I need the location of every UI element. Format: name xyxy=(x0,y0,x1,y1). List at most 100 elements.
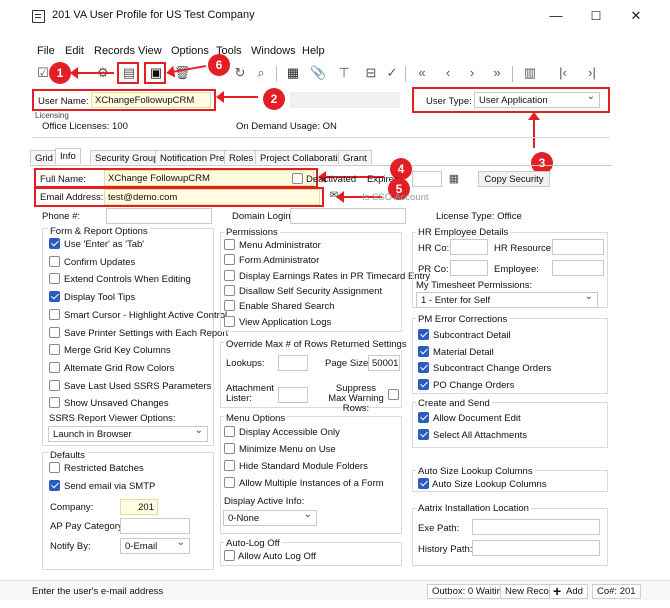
notify-select[interactable]: 0-Email xyxy=(120,537,190,554)
pm-items-checkbox-1[interactable] xyxy=(418,345,429,357)
tab-grid[interactable]: Grid xyxy=(30,150,58,164)
permissions-items-checkbox-3[interactable] xyxy=(224,284,235,296)
full-name-label: Full Name: xyxy=(40,174,86,185)
company-input[interactable]: 201 xyxy=(120,499,158,515)
page-size-input[interactable]: 50001 xyxy=(368,355,400,371)
create_send-items-checkbox-0[interactable] xyxy=(418,412,429,423)
ssrs-select[interactable]: Launch in Browser xyxy=(48,425,208,442)
hr-resource-input[interactable] xyxy=(552,239,604,255)
grid-icon[interactable]: ▦ xyxy=(285,65,301,81)
form_report-items-checkbox-7[interactable] xyxy=(49,361,60,373)
menu_options-items-checkbox-0[interactable] xyxy=(224,426,235,437)
user-description-input[interactable] xyxy=(290,92,400,108)
menu-options-title: Menu Options xyxy=(224,413,288,424)
form_report-items-checkbox-9[interactable] xyxy=(49,397,60,409)
pm-items-checkbox-0[interactable] xyxy=(418,329,429,340)
menu-records[interactable]: Records xyxy=(94,45,135,57)
filter-icon[interactable]: ⊤ xyxy=(336,65,352,81)
calendar-icon[interactable]: ▦ xyxy=(446,171,462,187)
attachment-icon[interactable]: 📎 xyxy=(310,65,326,81)
next-record-icon[interactable]: › xyxy=(464,65,480,81)
expand-icon[interactable]: ›| xyxy=(584,65,600,81)
form_report-items-checkbox-6[interactable] xyxy=(49,344,60,356)
menu-edit[interactable]: Edit xyxy=(65,45,84,57)
menu-help[interactable]: Help xyxy=(302,45,325,57)
send-email-checkbox[interactable] xyxy=(49,480,60,491)
close-button[interactable]: ✕ xyxy=(626,6,646,26)
pm-items-label-3: PO Change Orders xyxy=(433,379,515,391)
form_report-items-checkbox-3[interactable] xyxy=(49,291,60,303)
form_report-items-checkbox-5[interactable] xyxy=(49,326,60,338)
menu-file[interactable]: File xyxy=(37,45,55,57)
permissions-items-checkbox-2[interactable] xyxy=(224,269,235,281)
form_report-items-checkbox-4[interactable] xyxy=(49,308,60,320)
menu_options-items-checkbox-1[interactable] xyxy=(224,443,235,454)
phone-input[interactable] xyxy=(106,208,212,224)
previous-record-icon[interactable]: ‹ xyxy=(440,65,456,81)
tab-roles[interactable]: Roles xyxy=(224,150,259,164)
tab-grant[interactable]: Grant xyxy=(338,150,372,164)
hr-co-input[interactable] xyxy=(450,239,488,255)
permissions-items-label-3: Disallow Self Security Assignment xyxy=(239,285,383,297)
company-label: Company: xyxy=(50,502,94,513)
form_report-items-label-1: Confirm Updates xyxy=(64,256,136,268)
ap-pay-input[interactable] xyxy=(120,518,190,534)
search-icon[interactable]: ⌕ xyxy=(253,65,269,81)
auto-size-checkbox[interactable] xyxy=(418,478,429,489)
menu-options[interactable]: Options xyxy=(171,45,209,57)
pr-co-input[interactable] xyxy=(450,260,488,276)
permissions-items-checkbox-0[interactable] xyxy=(224,239,235,250)
pm-items-checkbox-2[interactable] xyxy=(418,362,429,373)
ssrs-label: SSRS Report Viewer Options: xyxy=(49,413,176,424)
form_report-items-checkbox-2[interactable] xyxy=(49,273,60,285)
email-input[interactable]: test@demo.com xyxy=(104,189,320,205)
hr-resource-label: HR Resource: xyxy=(494,243,554,254)
notify-label: Notify By: xyxy=(50,541,91,552)
tab-info[interactable]: Info xyxy=(55,148,81,164)
spellcheck-icon[interactable]: ✓ xyxy=(384,65,400,81)
full-name-input[interactable]: XChange FollowupCRM xyxy=(104,170,314,186)
menu-windows[interactable]: Windows xyxy=(251,45,296,57)
last-record-icon[interactable]: » xyxy=(489,65,505,81)
permissions-items-checkbox-1[interactable] xyxy=(224,254,235,266)
employee-input[interactable] xyxy=(552,260,604,276)
restricted-batches-checkbox[interactable] xyxy=(49,462,60,473)
user-type-select[interactable]: User Application xyxy=(474,91,600,108)
lookups-input[interactable] xyxy=(278,355,308,371)
collapse-icon[interactable]: |‹ xyxy=(555,65,571,81)
user-name-input[interactable]: XChangeFollowupCRM xyxy=(91,92,211,108)
minimize-button[interactable]: — xyxy=(546,6,566,26)
menu_options-items-checkbox-3[interactable] xyxy=(224,477,235,488)
suppress-max-checkbox[interactable] xyxy=(388,389,399,400)
exe-path-input[interactable] xyxy=(472,519,600,535)
send-email-label: Send email via SMTP xyxy=(64,481,156,492)
timesheet-select[interactable]: 1 - Enter for Self xyxy=(416,291,598,308)
history-path-input[interactable] xyxy=(472,540,600,556)
add-label: Add xyxy=(566,586,583,597)
auto-log-checkbox[interactable] xyxy=(224,550,235,561)
table-icon[interactable]: ▥ xyxy=(522,65,538,81)
refresh-icon[interactable]: ↻ xyxy=(232,65,248,81)
form_report-items-checkbox-0[interactable] xyxy=(49,238,60,249)
suppress-max-label: Suppress Max Warning Rows: xyxy=(328,383,384,414)
menu_options-items-checkbox-2[interactable] xyxy=(224,460,235,471)
display-active-select[interactable]: 0-None xyxy=(223,509,317,526)
expires-input[interactable] xyxy=(412,171,442,187)
form_report-items-checkbox-1[interactable] xyxy=(49,255,60,267)
domain-login-input[interactable] xyxy=(290,208,406,224)
first-record-icon[interactable]: « xyxy=(414,65,430,81)
window-title: 201 VA User Profile for US Test Company xyxy=(52,9,255,21)
email-icon[interactable]: ✉ xyxy=(326,188,342,204)
maximize-button[interactable]: ☐ xyxy=(586,6,606,26)
deactivated-checkbox[interactable] xyxy=(292,173,303,184)
permissions-items-checkbox-4[interactable] xyxy=(224,300,235,312)
create_send-items-checkbox-1[interactable] xyxy=(418,429,429,440)
form_report-items-checkbox-8[interactable] xyxy=(49,379,60,391)
print-icon[interactable]: ⊟ xyxy=(363,65,379,81)
attachment-lister-input[interactable] xyxy=(278,387,308,403)
permissions-items-checkbox-5[interactable] xyxy=(224,315,235,327)
menu-view[interactable]: View xyxy=(138,45,162,57)
copy-security-button[interactable]: Copy Security xyxy=(478,171,550,187)
pm-items-checkbox-3[interactable] xyxy=(418,378,429,390)
add-button[interactable]: + Add xyxy=(549,583,588,599)
